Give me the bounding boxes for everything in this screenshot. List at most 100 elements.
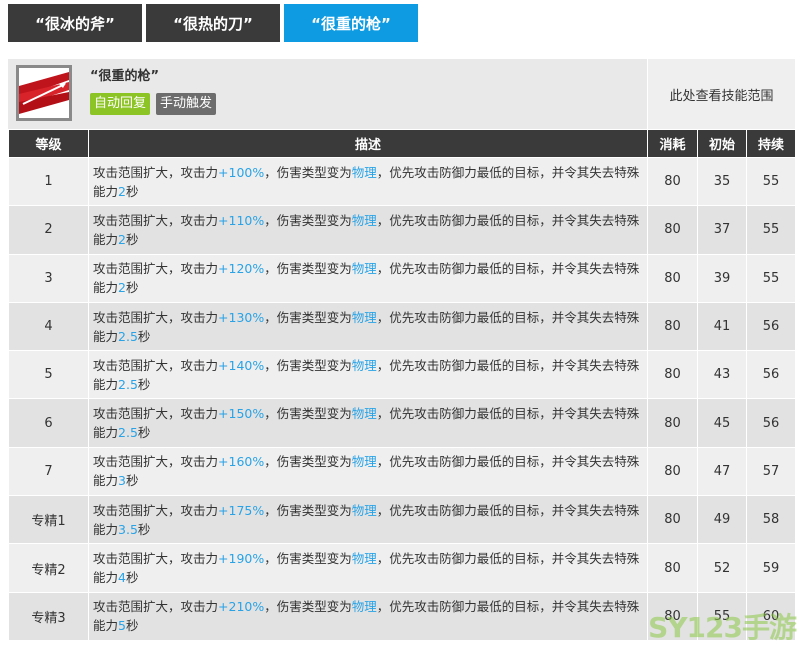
cell-level: 3	[8, 253, 89, 303]
cell-level: 5	[8, 350, 89, 400]
cell-cost: 80	[647, 543, 698, 593]
skill-header-info: “很重的枪” 自动回复 手动触发	[8, 59, 647, 129]
table-row: 4 攻击范围扩大，攻击力+130%，伤害类型变为物理，优先攻击防御力最低的目标，并…	[8, 301, 796, 352]
desc-duration-value: 2	[118, 280, 126, 296]
desc-text: 秒	[125, 280, 139, 296]
desc-atk-value: +110%	[218, 212, 265, 228]
cell-initial: 41	[697, 301, 747, 352]
tab-skill-1[interactable]: “很冰的斧”	[8, 4, 142, 42]
desc-text: ，伤害类型变为	[264, 309, 352, 325]
cell-initial: 49	[697, 495, 747, 545]
skill-icon	[16, 65, 72, 121]
desc-atk-value: +150%	[218, 406, 265, 422]
cell-description: 攻击范围扩大，攻击力+110%，伤害类型变为物理，优先攻击防御力最低的目标，并令…	[88, 205, 648, 255]
desc-atk-value: +100%	[218, 164, 265, 180]
cell-cost: 80	[647, 156, 698, 207]
tag-auto-recovery: 自动回复	[90, 93, 151, 115]
skill-header: “很重的枪” 自动回复 手动触发 此处查看技能范围	[8, 59, 795, 129]
skill-name: “很重的枪”	[90, 69, 160, 84]
table-row: 1 攻击范围扩大，攻击力+100%，伤害类型变为物理，优先攻击防御力最低的目标，并…	[8, 156, 796, 207]
desc-text: 攻击范围扩大，攻击力	[93, 261, 219, 277]
desc-duration-value: 2.5	[118, 376, 138, 392]
desc-duration-value: 2	[118, 231, 126, 247]
cell-duration: 56	[746, 398, 796, 448]
cell-level: 1	[8, 156, 89, 207]
cell-duration: 56	[746, 301, 796, 352]
desc-text: 秒	[137, 521, 151, 537]
cell-cost: 80	[647, 301, 698, 352]
cell-description: 攻击范围扩大，攻击力+150%，伤害类型变为物理，优先攻击防御力最低的目标，并令…	[88, 398, 648, 448]
desc-text: ，伤害类型变为	[264, 599, 352, 615]
desc-text: ，伤害类型变为	[264, 212, 352, 228]
skill-range-link[interactable]: 此处查看技能范围	[647, 59, 795, 129]
table-row: 5 攻击范围扩大，攻击力+140%，伤害类型变为物理，优先攻击防御力最低的目标，并…	[8, 350, 796, 400]
desc-damage-type: 物理	[351, 212, 377, 228]
cell-level: 4	[8, 301, 89, 352]
desc-damage-type: 物理	[351, 164, 377, 180]
cell-description: 攻击范围扩大，攻击力+175%，伤害类型变为物理，优先攻击防御力最低的目标，并令…	[88, 495, 648, 545]
desc-damage-type: 物理	[351, 406, 377, 422]
cell-initial: 52	[697, 543, 747, 593]
cell-description: 攻击范围扩大，攻击力+140%，伤害类型变为物理，优先攻击防御力最低的目标，并令…	[88, 350, 648, 400]
cell-description: 攻击范围扩大，攻击力+160%，伤害类型变为物理，优先攻击防御力最低的目标，并令…	[88, 446, 648, 497]
desc-text: 攻击范围扩大，攻击力	[93, 599, 219, 615]
cell-level: 7	[8, 446, 89, 497]
desc-damage-type: 物理	[351, 454, 377, 470]
cell-cost: 80	[647, 253, 698, 303]
desc-text: 秒	[125, 231, 139, 247]
cell-duration: 58	[746, 495, 796, 545]
table-header-row: 等级 描述 消耗 初始 持续	[8, 129, 796, 158]
desc-text: ，伤害类型变为	[264, 406, 352, 422]
header-cost: 消耗	[647, 129, 698, 158]
desc-duration-value: 4	[118, 570, 126, 586]
tab-skill-2[interactable]: “很热的刀”	[146, 4, 280, 42]
table-row: 专精1 攻击范围扩大，攻击力+175%，伤害类型变为物理，优先攻击防御力最低的目标…	[8, 495, 796, 545]
skill-level-table: 等级 描述 消耗 初始 持续 1 攻击范围扩大，攻击力+100%，伤害类型变为物理…	[8, 129, 796, 641]
desc-text: ，伤害类型变为	[264, 454, 352, 470]
table-row: 6 攻击范围扩大，攻击力+150%，伤害类型变为物理，优先攻击防御力最低的目标，并…	[8, 398, 796, 448]
cell-initial: 37	[697, 205, 747, 255]
desc-text: 秒	[125, 473, 139, 489]
desc-text: ，伤害类型变为	[264, 261, 352, 277]
cell-description: 攻击范围扩大，攻击力+130%，伤害类型变为物理，优先攻击防御力最低的目标，并令…	[88, 301, 648, 352]
cell-initial: 45	[697, 398, 747, 448]
cell-description: 攻击范围扩大，攻击力+120%，伤害类型变为物理，优先攻击防御力最低的目标，并令…	[88, 253, 648, 303]
cell-cost: 80	[647, 350, 698, 400]
desc-text: 攻击范围扩大，攻击力	[93, 406, 219, 422]
header-description: 描述	[88, 129, 648, 158]
desc-text: 秒	[125, 183, 139, 199]
cell-duration: 55	[746, 205, 796, 255]
desc-text: ，伤害类型变为	[264, 164, 352, 180]
header-initial: 初始	[697, 129, 747, 158]
skill-panel: “很重的枪” 自动回复 手动触发 此处查看技能范围 等级 描述 消耗 初始 持续…	[8, 59, 796, 641]
cell-description: 攻击范围扩大，攻击力+190%，伤害类型变为物理，优先攻击防御力最低的目标，并令…	[88, 543, 648, 593]
cell-initial: 43	[697, 350, 747, 400]
desc-atk-value: +210%	[218, 599, 265, 615]
skill-tabs: “很冰的斧” “很热的刀” “很重的枪”	[8, 4, 418, 42]
table-row: 7 攻击范围扩大，攻击力+160%，伤害类型变为物理，优先攻击防御力最低的目标，并…	[8, 446, 796, 497]
desc-atk-value: +190%	[218, 551, 265, 567]
cell-duration: 56	[746, 350, 796, 400]
skill-tags: 自动回复 手动触发	[90, 93, 217, 115]
table-row: 2 攻击范围扩大，攻击力+110%，伤害类型变为物理，优先攻击防御力最低的目标，并…	[8, 205, 796, 255]
cell-duration: 55	[746, 156, 796, 207]
desc-duration-value: 2	[118, 183, 126, 199]
desc-text: ，伤害类型变为	[264, 502, 352, 518]
desc-text: 秒	[125, 618, 139, 634]
desc-atk-value: +160%	[218, 454, 265, 470]
cell-description: 攻击范围扩大，攻击力+210%，伤害类型变为物理，优先攻击防御力最低的目标，并令…	[88, 591, 648, 641]
tab-skill-3[interactable]: “很重的枪”	[284, 4, 418, 42]
desc-duration-value: 3.5	[118, 521, 138, 537]
cell-duration: 55	[746, 253, 796, 303]
cell-cost: 80	[647, 495, 698, 545]
site-watermark: SY123手游	[648, 611, 797, 644]
header-duration: 持续	[746, 129, 796, 158]
desc-text: 攻击范围扩大，攻击力	[93, 357, 219, 373]
desc-atk-value: +120%	[218, 261, 265, 277]
spear-icon	[19, 68, 69, 118]
desc-text: 攻击范围扩大，攻击力	[93, 309, 219, 325]
desc-duration-value: 2.5	[118, 328, 138, 344]
desc-text: 秒	[137, 376, 151, 392]
cell-level: 2	[8, 205, 89, 255]
desc-text: ，伤害类型变为	[264, 551, 352, 567]
